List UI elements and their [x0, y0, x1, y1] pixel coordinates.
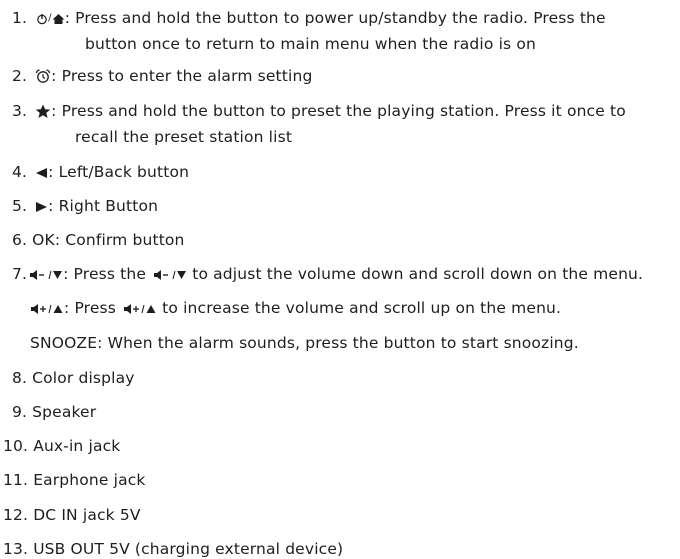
list-item-2: 2. : Press to enter the alarm setting: [12, 66, 312, 86]
item-number: 9.: [12, 403, 28, 421]
item-number: 11.: [3, 471, 29, 489]
star-icon: [35, 104, 51, 119]
list-item-7: 7. : Press the to adjust the volume down…: [12, 264, 643, 284]
volume-down-icon: [153, 269, 187, 281]
item-text: : Press to enter the alarm setting: [51, 67, 313, 85]
right-triangle-icon: [35, 201, 48, 213]
list-item-12: 12. DC IN jack 5V: [3, 505, 141, 525]
item-number: 10.: [3, 437, 29, 455]
item-text: : Press the: [63, 265, 147, 283]
list-item-7-snooze: SNOOZE: When the alarm sounds, press the…: [30, 334, 579, 352]
home-icon: [52, 13, 65, 25]
list-item-5: 5. : Right Button: [12, 196, 158, 216]
volume-up-icon: [123, 303, 157, 315]
item-text: DC IN jack 5V: [33, 506, 141, 524]
item-text: : Press: [64, 299, 116, 317]
list-item-1: 1. / : Press and hold the button to powe…: [12, 9, 606, 27]
list-item-6: 6. OK: Confirm button: [12, 230, 185, 250]
item-text: USB OUT 5V (charging external device): [33, 540, 344, 558]
volume-down-icon: [29, 269, 63, 281]
volume-up-icon: [30, 303, 64, 315]
power-icon: [36, 13, 48, 25]
left-triangle-icon: [35, 167, 48, 179]
list-item-3: 3. : Press and hold the button to preset…: [12, 101, 626, 121]
item-text: OK: Confirm button: [32, 231, 185, 249]
item-number: 8.: [12, 369, 28, 387]
item-text: : Press and hold the button to power up/…: [64, 9, 606, 27]
list-item-13: 13. USB OUT 5V (charging external device…: [3, 539, 343, 559]
item-text: Aux-in jack: [33, 437, 121, 455]
item-text: Color display: [32, 369, 135, 387]
list-item-7-volume-up: : Press to increase the volume and scrol…: [30, 298, 561, 318]
item-number: 12.: [3, 506, 29, 524]
list-item-11: 11. Earphone jack: [3, 470, 146, 490]
list-item-9: 9. Speaker: [12, 402, 96, 422]
list-item-10: 10. Aux-in jack: [3, 436, 120, 456]
item-number: 4.: [12, 163, 28, 181]
list-item-1-continuation: button once to return to main menu when …: [85, 35, 536, 53]
item-text-after: to increase the volume and scroll up on …: [162, 299, 562, 317]
item-number: 6.: [12, 231, 28, 249]
item-text: : Press and hold the button to preset th…: [51, 102, 626, 120]
item-text: : Left/Back button: [48, 163, 190, 181]
item-number: 1.: [12, 9, 28, 27]
list-item-8: 8. Color display: [12, 368, 135, 388]
item-text: Earphone jack: [33, 471, 146, 489]
item-number: 3.: [12, 102, 28, 120]
list-item-3-continuation: recall the preset station list: [75, 128, 293, 146]
item-number: 13.: [3, 540, 29, 558]
item-text: Speaker: [32, 403, 97, 421]
item-number: 2.: [12, 67, 28, 85]
list-item-4: 4. : Left/Back button: [12, 162, 189, 182]
item-text: : Right Button: [48, 197, 159, 215]
item-number: 5.: [12, 197, 28, 215]
alarm-clock-icon: [35, 69, 51, 84]
item-number: 7.: [12, 265, 28, 283]
item-text-after: to adjust the volume down and scroll dow…: [192, 265, 644, 283]
